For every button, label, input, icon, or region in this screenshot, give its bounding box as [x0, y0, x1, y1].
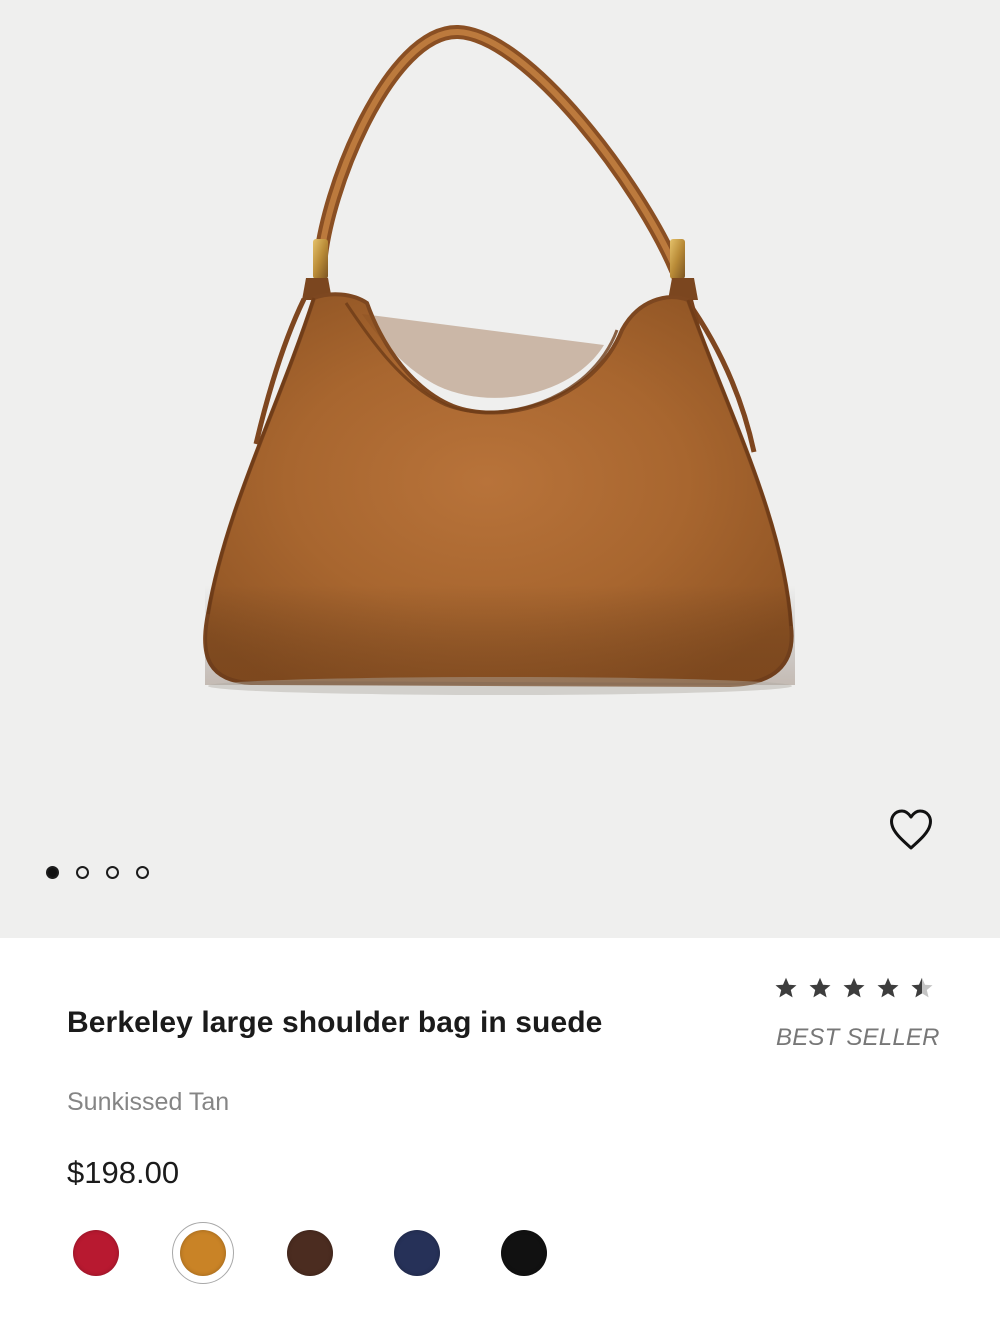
color-swatches	[73, 1222, 600, 1284]
swatch-color-black	[501, 1230, 547, 1276]
suede-shoulder-bag-image	[203, 24, 795, 695]
product-rating[interactable]	[774, 976, 938, 1012]
pagination-dot-1[interactable]	[46, 866, 59, 879]
best-seller-badge: BEST SELLER	[776, 1024, 940, 1051]
star-icon	[775, 977, 797, 998]
heart-outline-icon[interactable]	[886, 806, 936, 854]
image-pagination	[46, 866, 149, 884]
product-image-gallery[interactable]	[0, 0, 1000, 938]
swatch-color-navy	[394, 1230, 440, 1276]
pagination-dot-2[interactable]	[76, 866, 89, 879]
half-star-icon	[911, 977, 933, 998]
star-icon	[877, 977, 899, 998]
product-price: $198.00	[67, 1155, 180, 1190]
swatch-color-sunkissed-tan	[180, 1230, 226, 1276]
star-icon	[843, 977, 865, 998]
color-swatch-black[interactable]	[493, 1222, 555, 1284]
star-icon	[809, 977, 831, 998]
color-swatch-navy[interactable]	[386, 1222, 448, 1284]
color-swatch-brown[interactable]	[279, 1222, 341, 1284]
product-title: Berkeley large shoulder bag in suede	[67, 1006, 603, 1040]
product-page: Berkeley large shoulder bag in suede BES…	[0, 0, 1000, 1333]
color-swatch-sunkissed-tan[interactable]	[172, 1222, 234, 1284]
pagination-dot-3[interactable]	[106, 866, 119, 879]
swatch-color-brown	[287, 1230, 333, 1276]
pagination-dot-4[interactable]	[136, 866, 149, 879]
selected-color-name: Sunkissed Tan	[67, 1088, 230, 1116]
color-swatch-red[interactable]	[65, 1222, 127, 1284]
swatch-color-red	[73, 1230, 119, 1276]
